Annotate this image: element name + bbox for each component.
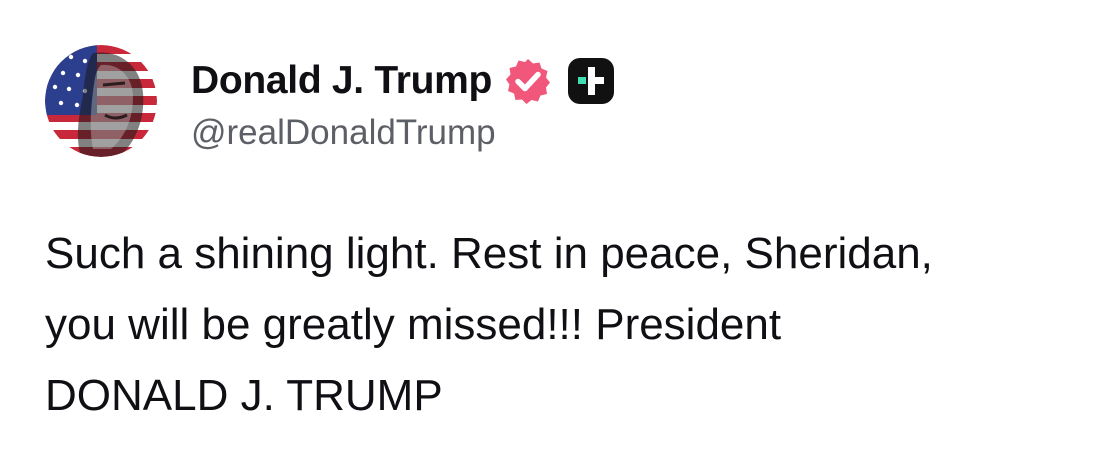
flag-portrait-avatar-icon (45, 45, 157, 157)
post-text-line: you will be greatly missed!!! President (45, 300, 782, 349)
post-card: Donald J. Trump @realDonaldTrump Such a … (0, 0, 1100, 455)
post-text-line: DONALD J. TRUMP (45, 371, 443, 420)
author-avatar[interactable] (45, 45, 157, 157)
author-display-name[interactable]: Donald J. Trump (191, 59, 492, 103)
author-handle[interactable]: @realDonaldTrump (191, 113, 496, 153)
post-text-line: Such a shining light. Rest in peace, She… (45, 229, 933, 278)
author-name-row: Donald J. Trump (191, 56, 616, 106)
truth-social-logo-icon (566, 56, 616, 106)
verified-badge-icon (504, 57, 552, 105)
post-body: Such a shining light. Rest in peace, She… (45, 218, 1065, 431)
